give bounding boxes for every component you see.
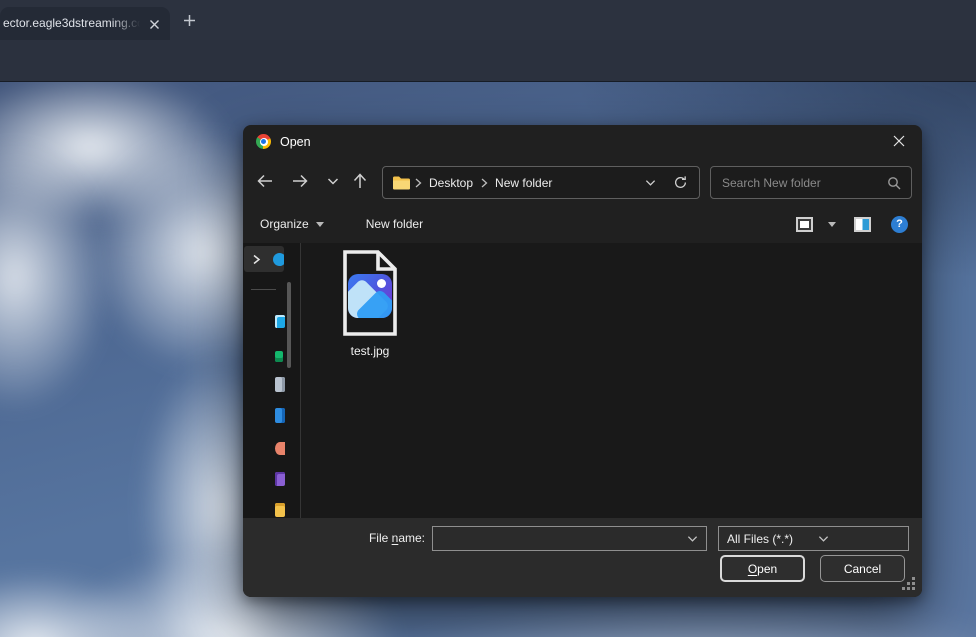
- chrome-icon: [256, 134, 271, 149]
- organize-label: Organize: [260, 217, 309, 231]
- breadcrumb[interactable]: Desktop New folder: [382, 166, 700, 199]
- screen: ector.eagle3dstreaming.co c: [0, 0, 976, 637]
- sidebar-icon-fragment[interactable]: [275, 442, 285, 455]
- sidebar-icon-fragment[interactable]: [275, 315, 285, 328]
- refresh-icon[interactable]: [663, 175, 697, 190]
- file-type-dropdown[interactable]: All Files (*.*): [718, 526, 909, 551]
- image-thumbnail: [348, 274, 392, 318]
- folder-icon: [393, 176, 410, 190]
- help-icon[interactable]: ?: [891, 216, 908, 233]
- sidebar-icon-fragment[interactable]: [275, 351, 283, 362]
- nav-recent-chevron-icon[interactable]: [321, 169, 345, 193]
- dialog-title: Open: [280, 135, 311, 149]
- nav-up-icon[interactable]: [348, 169, 372, 193]
- expand-chevron-icon[interactable]: [252, 254, 261, 265]
- browser-toolbar: connector.eagle3dstreaming.com/v5/e3ds_d…: [0, 40, 976, 82]
- image-file-icon: [341, 249, 399, 337]
- open-dialog: Open: [243, 125, 922, 597]
- file-name-field-label: File name:: [243, 531, 425, 545]
- combo-chevron-icon[interactable]: [818, 533, 901, 544]
- chevron-right-icon: [414, 178, 422, 188]
- search-icon: [887, 176, 901, 190]
- sidebar-scrollbar[interactable]: [287, 282, 291, 368]
- cancel-button[interactable]: Cancel: [820, 555, 905, 582]
- dialog-body: test.jpg: [243, 243, 922, 518]
- caret-down-icon: [316, 222, 324, 227]
- address-dropdown-icon[interactable]: [637, 177, 663, 188]
- combo-chevron-icon[interactable]: [687, 533, 698, 544]
- browser-tab[interactable]: ector.eagle3dstreaming.co: [0, 7, 170, 40]
- file-name-combobox[interactable]: [432, 526, 707, 551]
- file-name-label: test.jpg: [351, 344, 390, 358]
- file-list[interactable]: test.jpg: [302, 243, 922, 518]
- sidebar-icon-fragment[interactable]: [275, 472, 285, 486]
- file-name-input[interactable]: [439, 532, 687, 546]
- organize-button[interactable]: Organize: [260, 217, 324, 231]
- chevron-right-icon: [480, 178, 488, 188]
- sidebar-icon-fragment[interactable]: [275, 377, 285, 392]
- file-item[interactable]: test.jpg: [330, 249, 410, 358]
- dialog-footer: File name: All Files (*.*) Open Cancel: [243, 518, 922, 597]
- sidebar-icon-fragment[interactable]: [275, 408, 285, 423]
- nav-forward-icon[interactable]: [288, 169, 312, 193]
- dialog-titlebar[interactable]: Open: [243, 125, 922, 158]
- dialog-close-icon[interactable]: [884, 127, 914, 155]
- sun-icon: [377, 279, 386, 288]
- browser-tab-strip: ector.eagle3dstreaming.co: [0, 0, 976, 40]
- tab-close-icon[interactable]: [145, 15, 163, 33]
- tab-title: ector.eagle3dstreaming.co: [3, 7, 143, 40]
- new-tab-button[interactable]: [180, 11, 199, 30]
- view-caret-icon[interactable]: [828, 222, 836, 227]
- nav-back-icon[interactable]: [253, 169, 277, 193]
- breadcrumb-segment-desktop[interactable]: Desktop: [426, 176, 476, 190]
- new-folder-button[interactable]: New folder: [366, 217, 423, 231]
- sidebar-icon-fragment[interactable]: [275, 503, 285, 517]
- file-type-value: All Files (*.*): [727, 532, 810, 546]
- resize-grip[interactable]: [902, 577, 905, 580]
- dialog-command-bar: Organize New folder ?: [243, 205, 922, 243]
- breadcrumb-segment-new-folder[interactable]: New folder: [492, 176, 555, 190]
- preview-pane-icon[interactable]: [854, 217, 871, 232]
- search-input[interactable]: [722, 176, 887, 190]
- sidebar-selected-item[interactable]: [244, 246, 284, 272]
- search-box[interactable]: [710, 166, 912, 199]
- change-view-icon[interactable]: [796, 217, 813, 232]
- sidebar-divider: [251, 289, 276, 290]
- sidebar-item-icon: [273, 253, 284, 266]
- dialog-sidebar: [243, 243, 301, 518]
- dialog-nav-row: Desktop New folder: [243, 158, 922, 205]
- open-button[interactable]: Open: [720, 555, 805, 582]
